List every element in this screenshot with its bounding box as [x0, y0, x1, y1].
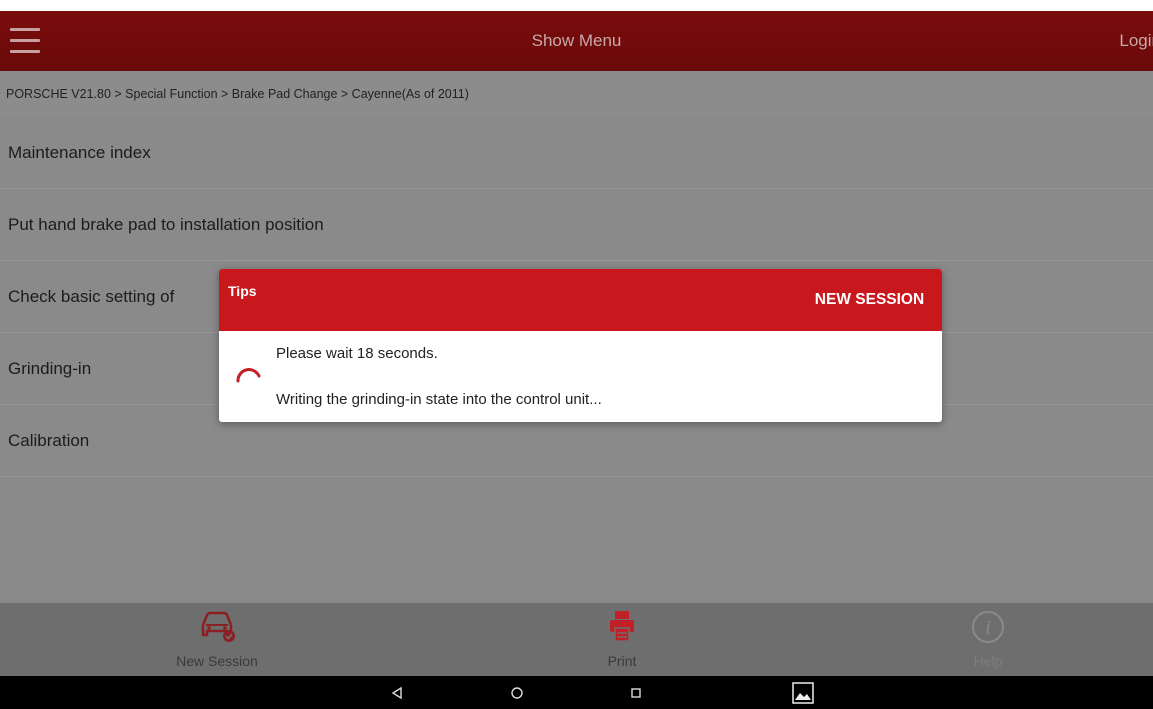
home-button[interactable] [497, 676, 537, 709]
app-screen: Show Menu Login PORSCHE V21.80 > Special… [0, 0, 1153, 709]
home-circle-icon [511, 686, 523, 699]
back-button[interactable] [377, 676, 417, 709]
list-item-maintenance-index[interactable]: Maintenance index [0, 117, 1153, 189]
android-nav-bar [0, 676, 1153, 709]
breadcrumb: PORSCHE V21.80 > Special Function > Brak… [0, 71, 1153, 117]
dialog-header: Tips NEW SESSION [219, 269, 942, 331]
print-label: Print [607, 653, 637, 669]
print-button[interactable]: Print [522, 603, 722, 676]
new-session-label: New Session [176, 653, 258, 669]
wait-message: Please wait 18 seconds. [276, 345, 438, 362]
back-triangle-icon [391, 686, 402, 699]
recents-button[interactable] [616, 676, 656, 709]
help-label: Help [973, 653, 1003, 669]
tips-dialog: Tips NEW SESSION Please wait 18 seconds.… [219, 269, 942, 422]
status-bar [0, 0, 1153, 11]
bottom-toolbar: New Session Print i Help [0, 603, 1153, 676]
help-button[interactable]: i Help [888, 603, 1088, 676]
screenshot-button[interactable] [783, 676, 823, 709]
image-icon [792, 681, 814, 704]
status-message: Writing the grinding-in state into the c… [276, 391, 602, 408]
login-button[interactable]: Login [1119, 11, 1153, 71]
svg-text:i: i [985, 617, 991, 639]
info-icon: i [972, 611, 1004, 643]
dialog-new-session-button[interactable]: NEW SESSION [797, 269, 942, 331]
hamburger-menu-icon[interactable] [10, 28, 40, 54]
header-title[interactable]: Show Menu [0, 11, 1153, 71]
list-item-hand-brake-pad[interactable]: Put hand brake pad to installation posit… [0, 189, 1153, 261]
printer-icon [610, 611, 634, 642]
car-icon [201, 611, 235, 642]
dialog-title: Tips [228, 283, 257, 299]
new-session-button[interactable]: New Session [117, 603, 317, 676]
app-header: Show Menu Login [0, 11, 1153, 71]
loading-spinner-icon [236, 368, 261, 383]
recents-square-icon [631, 687, 641, 698]
